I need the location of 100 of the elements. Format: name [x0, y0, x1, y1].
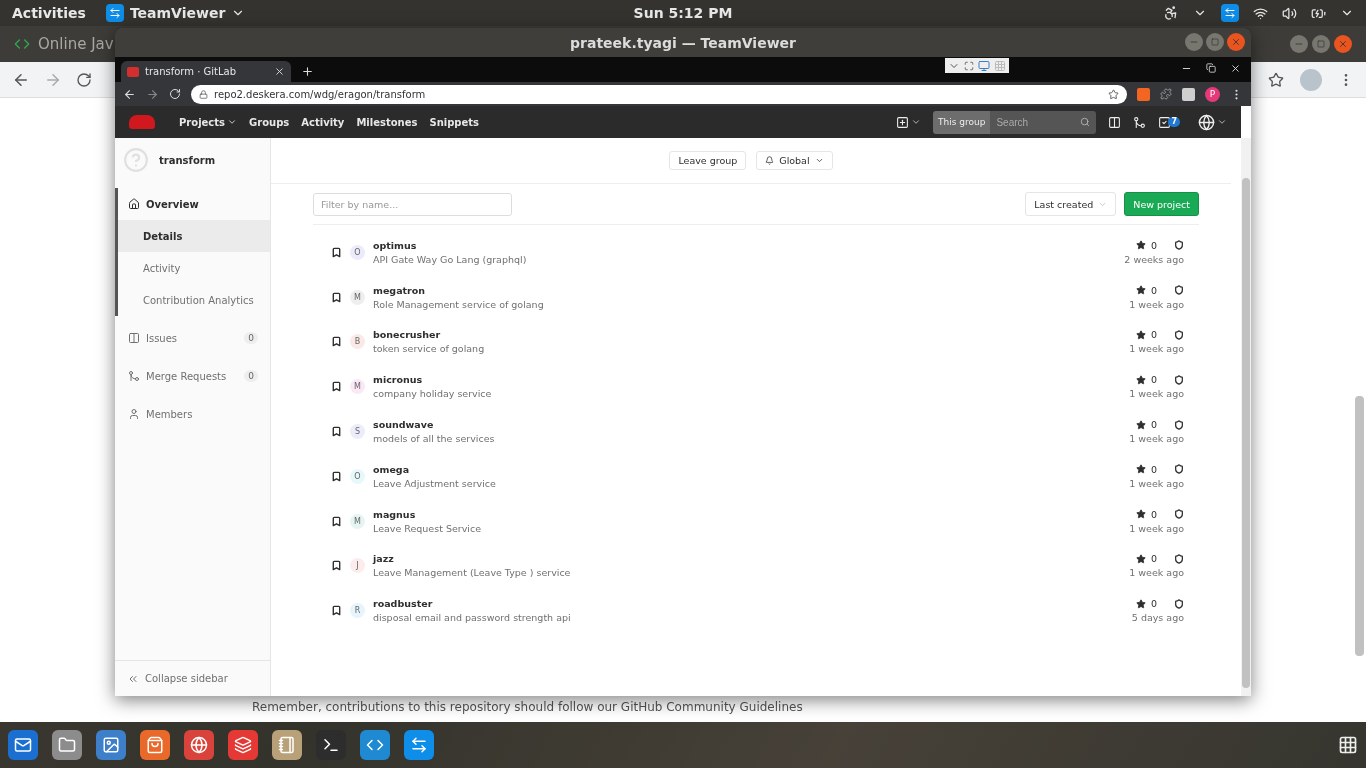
- code-editor-app-icon[interactable]: [360, 730, 390, 760]
- sidebar-subitem[interactable]: Details: [118, 220, 270, 252]
- browser-tab[interactable]: transform · GitLab: [121, 61, 291, 82]
- project-name-link[interactable]: omega: [373, 463, 496, 475]
- new-item-icon[interactable]: [896, 115, 910, 129]
- sidebar-item[interactable]: Issues 0: [118, 322, 270, 354]
- close-button[interactable]: [1227, 33, 1245, 51]
- bookmark-star-icon[interactable]: [1268, 71, 1284, 88]
- merge-request-icon[interactable]: [1133, 115, 1147, 129]
- close-icon[interactable]: [274, 66, 285, 77]
- back-icon[interactable]: [123, 87, 136, 101]
- star-icon: [1135, 464, 1146, 475]
- project-avatar: O: [350, 468, 365, 484]
- sidebar-item[interactable]: Members: [118, 398, 270, 430]
- new-tab-icon[interactable]: [301, 65, 314, 78]
- accessibility-icon[interactable]: [1163, 5, 1179, 21]
- close-icon: [1338, 39, 1348, 49]
- guidelines-note: Remember, contributions to this repository should follow our GitHub Community Guidelines: [252, 700, 803, 714]
- search-field[interactable]: Search: [990, 110, 1075, 134]
- activities-button[interactable]: Activities: [12, 5, 86, 21]
- forward-icon[interactable]: [146, 87, 159, 101]
- project-name-link[interactable]: soundwave: [373, 419, 495, 431]
- sidebar-item[interactable]: Overview: [118, 188, 270, 220]
- star-count: 0: [1150, 284, 1157, 296]
- sidebar-subitem[interactable]: Activity: [118, 252, 270, 284]
- sort-dropdown[interactable]: Last created: [1025, 192, 1117, 216]
- bookmark-star-icon[interactable]: [1108, 88, 1119, 100]
- extension-icon[interactable]: [1137, 87, 1150, 101]
- leave-group-button[interactable]: Leave group: [669, 151, 747, 170]
- updated-time: 1 week ago: [1129, 343, 1184, 355]
- teamviewer-app-icon[interactable]: [404, 730, 434, 760]
- close-button[interactable]: [1334, 35, 1352, 53]
- minimize-button[interactable]: [1290, 35, 1308, 53]
- project-description: Leave Request Service: [373, 522, 481, 534]
- nav-link[interactable]: Groups: [249, 116, 290, 128]
- user-avatar[interactable]: [1198, 113, 1215, 131]
- group-avatar-icon: [123, 147, 149, 173]
- bookmark-icon: [331, 515, 342, 527]
- folder-app-icon[interactable]: [52, 730, 82, 760]
- browser-tab[interactable]: Online Jav: [14, 35, 114, 53]
- project-name-link[interactable]: megatron: [373, 284, 544, 296]
- profile-avatar[interactable]: P: [1205, 86, 1220, 102]
- nav-link[interactable]: Snippets: [429, 116, 480, 128]
- project-description: disposal email and password strength api: [373, 612, 571, 624]
- star-icon: [1135, 419, 1146, 430]
- project-name-link[interactable]: bonecrusher: [373, 329, 485, 341]
- favicon-icon: [127, 66, 139, 77]
- mail-app-icon[interactable]: [8, 730, 38, 760]
- maximize-button[interactable]: [1312, 35, 1330, 53]
- updated-time: 1 week ago: [1129, 388, 1184, 400]
- project-name-link[interactable]: roadbuster: [373, 598, 571, 610]
- user-icon: [128, 408, 140, 420]
- sidebar-item[interactable]: Merge Requests 0: [118, 360, 270, 392]
- app-menu-button[interactable]: TeamViewer: [129, 5, 226, 21]
- reload-icon[interactable]: [76, 71, 92, 88]
- terminal-app-icon[interactable]: [316, 730, 346, 760]
- grid-icon: [994, 59, 1006, 72]
- star-count: 0: [1150, 553, 1157, 565]
- volume-icon[interactable]: [1282, 5, 1297, 21]
- search-button[interactable]: [1074, 110, 1097, 134]
- restore-icon[interactable]: [1206, 63, 1216, 73]
- project-description: API Gate Way Go Lang (graphql): [373, 253, 527, 265]
- project-name-link[interactable]: magnus: [373, 508, 481, 520]
- project-description: Role Management service of golang: [373, 298, 544, 310]
- project-name-link[interactable]: optimus: [373, 239, 527, 251]
- sidebar-subitem[interactable]: Contribution Analytics: [118, 284, 270, 316]
- logo-icon[interactable]: [129, 115, 155, 129]
- nav-link[interactable]: Milestones: [356, 116, 418, 128]
- nav-link[interactable]: Projects: [179, 116, 237, 128]
- nav-link[interactable]: Activity: [301, 116, 345, 128]
- close-icon[interactable]: [1230, 63, 1241, 74]
- caret-icon: [814, 156, 824, 165]
- notebook-app-icon[interactable]: [272, 730, 302, 760]
- star-count: 0: [1150, 374, 1157, 386]
- filter-field[interactable]: Filter by name...: [313, 192, 512, 216]
- image-viewer-app-icon[interactable]: [96, 730, 126, 760]
- project-name-link[interactable]: micronus: [373, 374, 492, 386]
- browser-app-icon[interactable]: [184, 730, 214, 760]
- extension-icon[interactable]: [1182, 87, 1195, 101]
- teamviewer-tray-icon[interactable]: [1221, 4, 1239, 22]
- remote-control-toolbar[interactable]: [945, 58, 1009, 73]
- shield-icon: [1174, 464, 1184, 475]
- shield-icon: [1174, 419, 1184, 430]
- star-icon: [1135, 285, 1146, 296]
- star-count: 0: [1150, 508, 1157, 520]
- shopping-bag-app-icon[interactable]: [140, 730, 170, 760]
- app-grid-icon[interactable]: [1338, 735, 1358, 755]
- maximize-icon: [1317, 40, 1325, 48]
- address-bar[interactable]: repo2.deskera.com/wdg/eragon/transform: [191, 84, 1127, 104]
- collapse-sidebar-link[interactable]: Collapse sidebar: [115, 660, 270, 696]
- project-avatar: B: [350, 334, 365, 350]
- updated-time: 2 weeks ago: [1124, 253, 1184, 265]
- star-icon: [1135, 330, 1146, 340]
- updated-time: 1 week ago: [1129, 433, 1184, 445]
- notification-dropdown[interactable]: Global: [756, 151, 833, 170]
- issues-icon[interactable]: [1108, 115, 1122, 129]
- remote-desktop-app-icon[interactable]: [228, 730, 258, 760]
- wifi-icon[interactable]: [1253, 5, 1268, 21]
- project-name-link[interactable]: jazz: [373, 553, 571, 565]
- bookmark-icon: [331, 336, 342, 348]
